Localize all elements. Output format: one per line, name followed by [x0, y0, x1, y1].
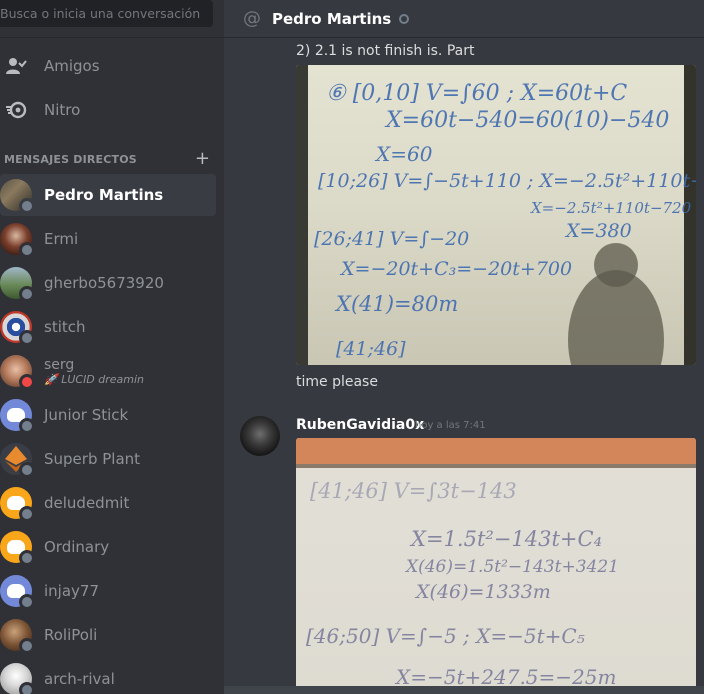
- whiteboard-photo: [41;46] V=∫3t−143 X=1.5t²−143t+C₄ X(46)=…: [296, 438, 696, 689]
- dm-sidebar: Busca o inicia una conversación Amigos N…: [0, 0, 224, 694]
- avatar: [0, 267, 35, 302]
- message-timestamp: hoy a las 7:41: [415, 420, 486, 431]
- dm-item-pedro-martins[interactable]: Pedro Martins: [0, 174, 216, 216]
- dm-item-stitch[interactable]: stitch: [0, 306, 216, 348]
- board-line: X=60: [374, 142, 433, 166]
- board-line: [41;46] V=∫3t−143: [310, 479, 517, 503]
- status-offline-icon: [19, 286, 35, 302]
- dm-section-title: MENSAJES DIRECTOS: [4, 152, 137, 166]
- board-line: [10;26] V=∫−5t+110 ; X=−2.5t²+110t+C₂: [318, 170, 696, 192]
- dm-name: arch-rival: [44, 670, 115, 688]
- at-icon: @: [243, 8, 261, 29]
- avatar: [0, 355, 35, 390]
- avatar: [0, 399, 35, 434]
- nav-nitro-label: Nitro: [44, 101, 81, 119]
- whiteboard-image-1[interactable]: ⑥ [0,10] V=∫60 ; X=60t+C X=60t−540=60(10…: [296, 65, 696, 365]
- custom-status-text: LUCID dreamin: [61, 372, 145, 386]
- message-text: time please: [296, 374, 378, 390]
- board-line: X(46)=1333m: [414, 581, 551, 603]
- status-offline-icon: [19, 462, 35, 478]
- dm-name: Pedro Martins: [44, 186, 164, 204]
- status-offline-icon: [399, 13, 410, 24]
- dm-name: deludedmit: [44, 494, 130, 512]
- board-line: X=1.5t²−143t+C₄: [409, 527, 602, 551]
- board-line: ⑥ [0,10] V=∫60 ; X=60t+C: [326, 81, 627, 106]
- rocket-icon: 🚀: [44, 372, 58, 386]
- dm-item-serg[interactable]: serg 🚀 LUCID dreamin: [0, 350, 216, 392]
- avatar: [0, 575, 35, 610]
- dm-name: serg: [44, 356, 75, 373]
- add-dm-button[interactable]: +: [195, 150, 210, 168]
- dm-name: Ordinary: [44, 538, 110, 556]
- status-offline-icon: [19, 418, 35, 434]
- status-offline-icon: [19, 594, 35, 610]
- message-author[interactable]: RubenGavidia0x: [296, 417, 424, 433]
- avatar: [0, 487, 35, 522]
- channel-title: Pedro Martins: [272, 9, 392, 28]
- nav-nitro[interactable]: Nitro: [0, 89, 216, 131]
- board-line: X(46)=1.5t²−143t+3421: [404, 557, 619, 577]
- author-avatar[interactable]: [240, 416, 280, 456]
- dm-item-deludedmit[interactable]: deludedmit: [0, 482, 216, 524]
- dm-item-superb-plant[interactable]: Superb Plant: [0, 438, 216, 480]
- board-line: X=−20t+C₃=−20t+700: [339, 258, 572, 280]
- dm-name: stitch: [44, 318, 86, 336]
- whiteboard-image-2[interactable]: [41;46] V=∫3t−143 X=1.5t²−143t+C₄ X(46)=…: [296, 438, 696, 694]
- dm-section-header: MENSAJES DIRECTOS +: [4, 150, 210, 168]
- nitro-icon: [5, 99, 27, 121]
- status-offline-icon: [19, 550, 35, 566]
- board-line: [46;50] V=∫−5 ; X=−5t+C₅: [306, 624, 585, 648]
- avatar: [0, 619, 35, 654]
- status-dnd-icon: [19, 374, 35, 390]
- message-text: 2) 2.1 is not finish is. Part: [296, 43, 475, 59]
- dm-item-injay77[interactable]: injay77: [0, 570, 216, 612]
- message-input-edge[interactable]: [224, 686, 704, 694]
- custom-status: 🚀 LUCID dreamin: [44, 373, 144, 386]
- dm-name: Ermi: [44, 230, 79, 248]
- dm-name: RoliPoli: [44, 626, 98, 644]
- status-offline-icon: [19, 242, 35, 258]
- dm-item-arch-rival[interactable]: arch-rival: [0, 658, 216, 694]
- dm-name: Superb Plant: [44, 450, 141, 468]
- status-offline-icon: [19, 638, 35, 654]
- dm-item-ermi[interactable]: Ermi: [0, 218, 216, 260]
- channel-header: @ Pedro Martins: [224, 0, 704, 38]
- dm-name: injay77: [44, 582, 99, 600]
- dm-item-junior-stick[interactable]: Junior Stick: [0, 394, 216, 436]
- status-offline-icon: [19, 682, 35, 694]
- board-line: X(41)=80m: [334, 292, 458, 316]
- dm-item-gherbo5673920[interactable]: gherbo5673920: [0, 262, 216, 304]
- board-line: X=380: [564, 220, 632, 242]
- board-line: X=60t−540=60(10)−540: [384, 108, 669, 133]
- status-offline-icon: [19, 506, 35, 522]
- dm-name-stack: serg 🚀 LUCID dreamin: [44, 357, 144, 386]
- avatar: [0, 223, 35, 258]
- nav-friends-label: Amigos: [44, 57, 100, 75]
- whiteboard-photo: ⑥ [0,10] V=∫60 ; X=60t+C X=60t−540=60(10…: [296, 65, 696, 365]
- divider: [0, 37, 224, 38]
- dm-item-rolipoli[interactable]: RoliPoli: [0, 614, 216, 656]
- friends-icon: [5, 55, 27, 77]
- avatar: [0, 311, 35, 346]
- search-input[interactable]: Busca o inicia una conversación: [0, 0, 213, 27]
- dm-name: Junior Stick: [44, 406, 129, 424]
- avatar: [0, 443, 35, 478]
- dm-item-ordinary[interactable]: Ordinary: [0, 526, 216, 568]
- status-offline-icon: [19, 198, 35, 214]
- board-line: X=−2.5t²+110t−720: [530, 199, 692, 217]
- avatar: [0, 531, 35, 566]
- avatar: [0, 179, 35, 214]
- avatar: [0, 663, 35, 694]
- board-line: [26;41] V=∫−20: [314, 228, 469, 250]
- board-line: [41;46]: [336, 338, 406, 360]
- nav-friends[interactable]: Amigos: [0, 45, 216, 87]
- status-offline-icon: [19, 330, 35, 346]
- dm-name: gherbo5673920: [44, 274, 164, 292]
